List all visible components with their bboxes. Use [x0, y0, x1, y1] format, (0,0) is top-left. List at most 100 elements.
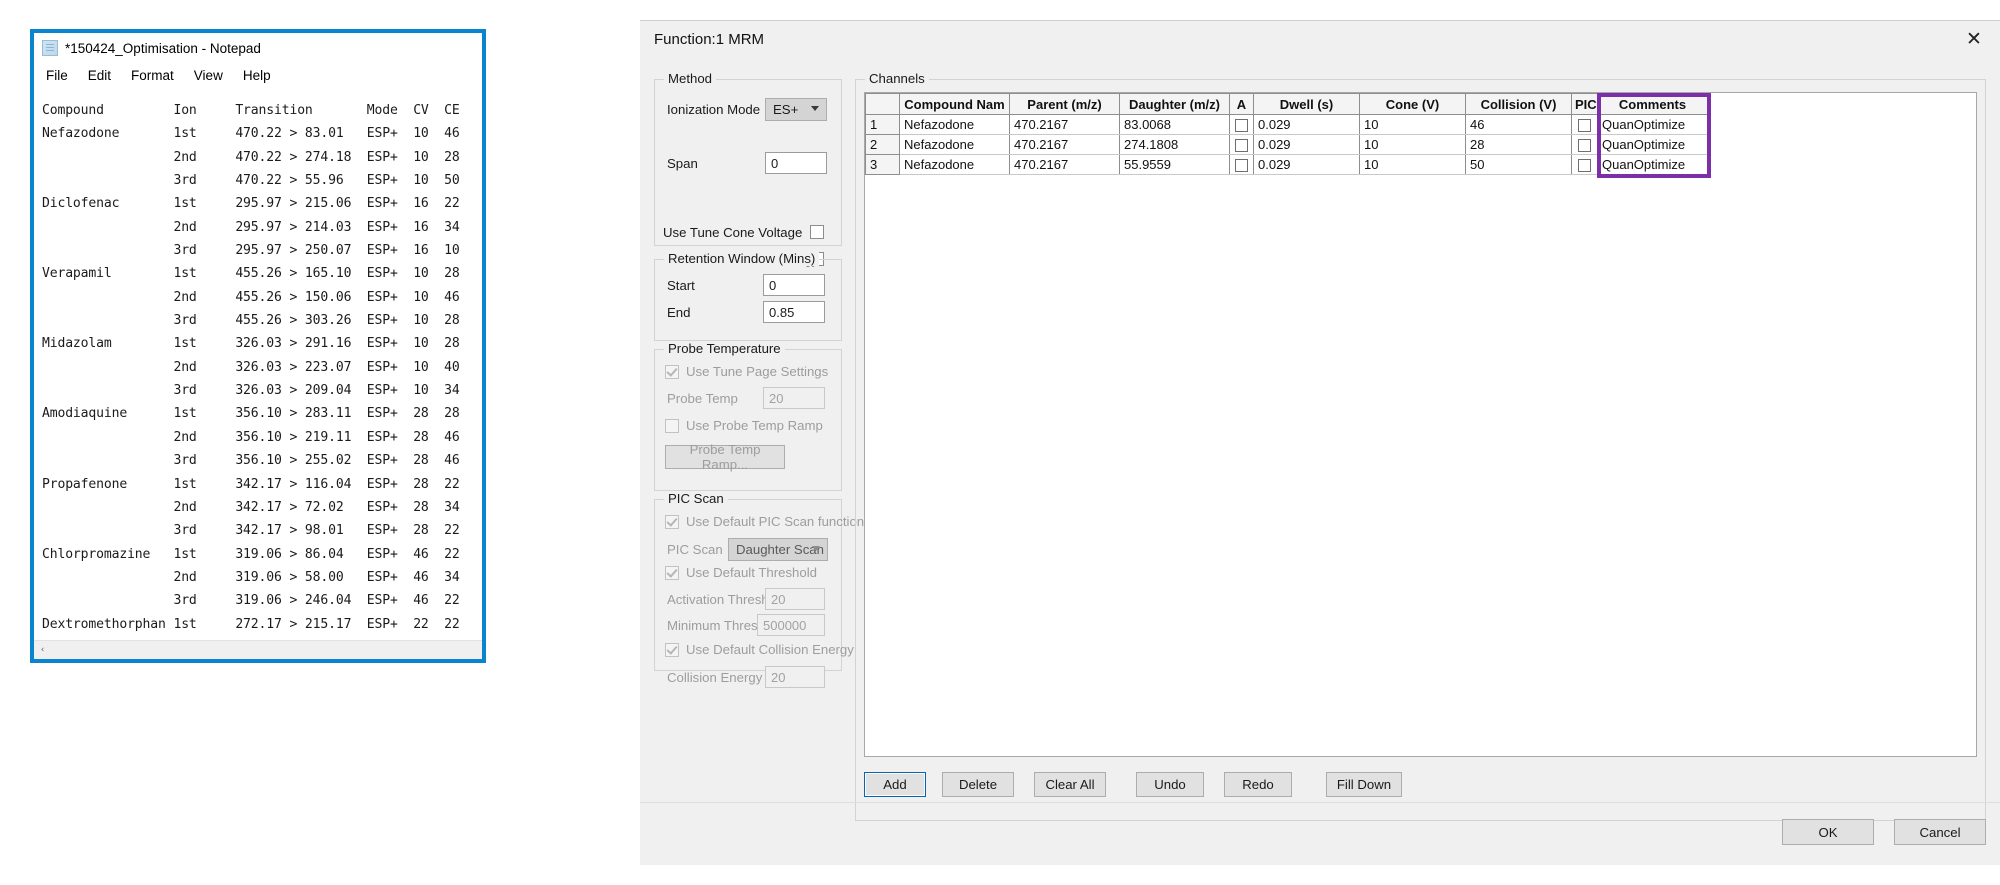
- mrm-function-dialog: Function:1 MRM ✕ Method Ionization Mode …: [640, 20, 2000, 865]
- notepad-menubar: File Edit Format View Help: [34, 63, 482, 87]
- notepad-titlebar: *150424_Optimisation - Notepad: [34, 33, 482, 63]
- col-pic[interactable]: PIC: [1571, 93, 1598, 115]
- a-checkbox[interactable]: [1235, 139, 1248, 153]
- span-input[interactable]: 0: [765, 152, 827, 174]
- cancel-button[interactable]: Cancel: [1894, 819, 1986, 845]
- cell-collision[interactable]: 46: [1465, 114, 1572, 135]
- probe-temperature-group-title: Probe Temperature: [664, 341, 785, 356]
- col-compound-name[interactable]: Compound Nam: [899, 93, 1010, 115]
- probe-temp-ramp-button[interactable]: Probe Temp Ramp...: [665, 442, 785, 472]
- use-probe-temp-ramp-label: Use Probe Temp Ramp: [686, 418, 823, 433]
- delete-button[interactable]: Delete: [942, 772, 1014, 797]
- cell-rownum[interactable]: 2: [865, 134, 900, 155]
- undo-button[interactable]: Undo: [1136, 772, 1204, 797]
- cell-comments[interactable]: QuanOptimize: [1597, 154, 1708, 175]
- use-probe-temp-ramp-checkbox[interactable]: [665, 419, 679, 433]
- cell-collision[interactable]: 50: [1465, 154, 1572, 175]
- cell-pic-checkbox[interactable]: [1571, 154, 1598, 175]
- cell-a-checkbox[interactable]: [1229, 134, 1254, 155]
- table-row[interactable]: 3 Nefazodone 470.2167 55.9559 0.029 10 50 QuanO…: [865, 154, 1976, 175]
- cell-comments[interactable]: QuanOptimize: [1597, 114, 1708, 135]
- channels-table-body: 1 Nefazodone 470.2167 83.0068 0.029 10 46 QuanO…: [865, 114, 1976, 175]
- cell-dwell[interactable]: 0.029: [1253, 154, 1360, 175]
- cell-parent-mz[interactable]: 470.2167: [1009, 134, 1120, 155]
- use-default-collision-energy-checkbox[interactable]: [665, 643, 679, 657]
- cell-pic-checkbox[interactable]: [1571, 134, 1598, 155]
- use-tune-cone-voltage-checkbox[interactable]: [810, 225, 824, 239]
- clear-all-button[interactable]: Clear All: [1034, 772, 1106, 797]
- col-dwell[interactable]: Dwell (s): [1253, 93, 1360, 115]
- minimum-threshold-input[interactable]: 500000: [757, 614, 825, 636]
- menu-file[interactable]: File: [43, 67, 71, 84]
- use-default-pic-scan-checkbox[interactable]: [665, 515, 679, 529]
- menu-edit[interactable]: Edit: [85, 67, 114, 84]
- cell-daughter-mz[interactable]: 274.1808: [1119, 134, 1230, 155]
- col-comments[interactable]: Comments: [1597, 93, 1708, 115]
- collision-energy-label: Collision Energy: [667, 670, 763, 685]
- channels-table: Compound Nam Parent (m/z) Daughter (m/z)…: [865, 93, 1976, 175]
- cell-dwell[interactable]: 0.029: [1253, 134, 1360, 155]
- pic-checkbox[interactable]: [1578, 139, 1591, 153]
- dialog-titlebar: Function:1 MRM ✕: [640, 21, 2000, 59]
- cell-pic-checkbox[interactable]: [1571, 114, 1598, 135]
- pic-checkbox[interactable]: [1578, 119, 1591, 133]
- col-rownum[interactable]: [865, 93, 900, 115]
- cell-rownum[interactable]: 3: [865, 154, 900, 175]
- probe-temp-input[interactable]: 20: [763, 387, 825, 409]
- cell-cone[interactable]: 10: [1359, 134, 1466, 155]
- cell-cone[interactable]: 10: [1359, 154, 1466, 175]
- close-icon[interactable]: ✕: [1948, 21, 2000, 57]
- cell-rownum[interactable]: 1: [865, 114, 900, 135]
- fill-down-button[interactable]: Fill Down: [1326, 772, 1402, 797]
- cell-a-checkbox[interactable]: [1229, 114, 1254, 135]
- cell-parent-mz[interactable]: 470.2167: [1009, 154, 1120, 175]
- cell-daughter-mz[interactable]: 55.9559: [1119, 154, 1230, 175]
- dialog-content: Method Ionization Mode ES+ Span 0 Use Tu…: [640, 59, 2000, 865]
- cell-a-checkbox[interactable]: [1229, 154, 1254, 175]
- notepad-horizontal-scrollbar[interactable]: ‹: [34, 640, 482, 659]
- cell-comments[interactable]: QuanOptimize: [1597, 134, 1708, 155]
- grid-button-row: Add Delete Clear All Undo Redo Fill Down: [864, 772, 1993, 798]
- retention-start-input[interactable]: 0: [763, 274, 825, 296]
- cell-cone[interactable]: 10: [1359, 114, 1466, 135]
- scroll-left-arrow-icon[interactable]: ‹: [34, 642, 51, 659]
- use-tune-page-settings-checkbox[interactable]: [665, 365, 679, 379]
- pic-checkbox[interactable]: [1578, 159, 1591, 173]
- desktop-bottom-strip: [630, 881, 2000, 885]
- retention-end-input[interactable]: 0.85: [763, 301, 825, 323]
- col-collision[interactable]: Collision (V): [1465, 93, 1572, 115]
- cell-daughter-mz[interactable]: 83.0068: [1119, 114, 1230, 135]
- menu-help[interactable]: Help: [240, 67, 274, 84]
- retention-window-group-title: Retention Window (Mins): [664, 251, 820, 266]
- table-row[interactable]: 1 Nefazodone 470.2167 83.0068 0.029 10 46 QuanO…: [865, 114, 1976, 135]
- notepad-document-icon: [42, 40, 58, 56]
- ionization-mode-select[interactable]: ES+: [765, 98, 827, 121]
- notepad-text-area[interactable]: Compound Ion Transition Mode CV CE Nefaz…: [34, 89, 482, 641]
- cell-compound-name[interactable]: Nefazodone: [899, 154, 1010, 175]
- ok-button[interactable]: OK: [1782, 819, 1874, 845]
- col-parent-mz[interactable]: Parent (m/z): [1009, 93, 1120, 115]
- col-cone[interactable]: Cone (V): [1359, 93, 1466, 115]
- channels-grid[interactable]: Compound Nam Parent (m/z) Daughter (m/z)…: [864, 92, 1977, 757]
- a-checkbox[interactable]: [1235, 119, 1248, 133]
- cell-compound-name[interactable]: Nefazodone: [899, 134, 1010, 155]
- add-button[interactable]: Add: [864, 772, 926, 797]
- table-header-row: Compound Nam Parent (m/z) Daughter (m/z)…: [865, 93, 1976, 115]
- cell-dwell[interactable]: 0.029: [1253, 114, 1360, 135]
- col-daughter-mz[interactable]: Daughter (m/z): [1119, 93, 1230, 115]
- cell-compound-name[interactable]: Nefazodone: [899, 114, 1010, 135]
- menu-view[interactable]: View: [191, 67, 226, 84]
- col-a[interactable]: A: [1229, 93, 1254, 115]
- table-row[interactable]: 2 Nefazodone 470.2167 274.1808 0.029 10 28 Quan…: [865, 134, 1976, 155]
- collision-energy-input[interactable]: 20: [765, 666, 825, 688]
- use-default-threshold-checkbox[interactable]: [665, 566, 679, 580]
- col-spacer: [1708, 94, 1976, 115]
- a-checkbox[interactable]: [1235, 159, 1248, 173]
- activation-threshold-input[interactable]: 20: [765, 588, 825, 610]
- cell-parent-mz[interactable]: 470.2167: [1009, 114, 1120, 135]
- pic-scan-select[interactable]: Daughter Scan: [728, 538, 828, 561]
- probe-temperature-group: Probe Temperature Use Tune Page Settings…: [654, 341, 842, 491]
- menu-format[interactable]: Format: [128, 67, 177, 84]
- cell-collision[interactable]: 28: [1465, 134, 1572, 155]
- redo-button[interactable]: Redo: [1224, 772, 1292, 797]
